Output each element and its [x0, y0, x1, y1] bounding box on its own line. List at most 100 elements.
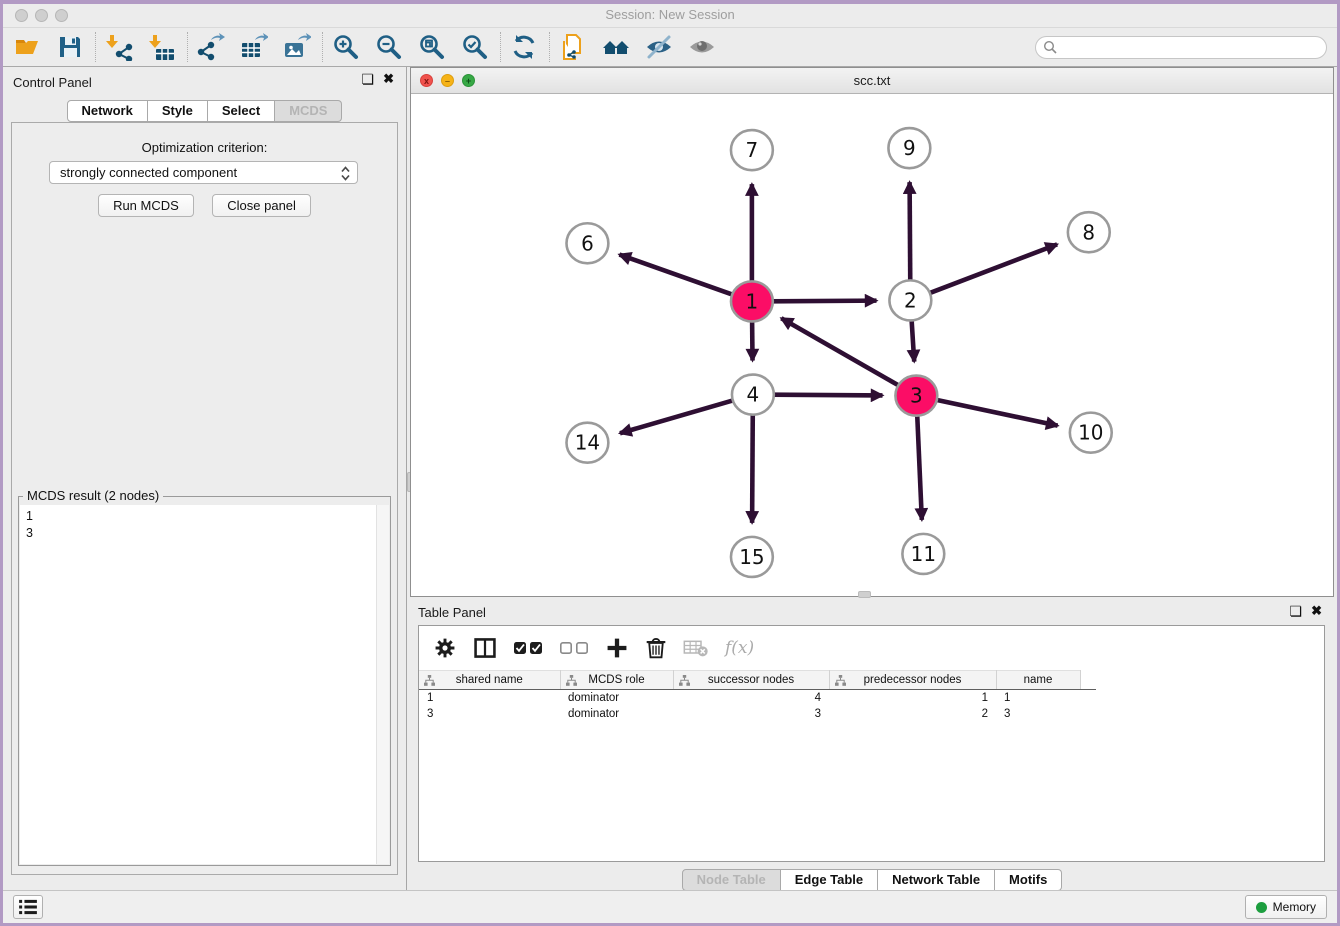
tab-motifs[interactable]: Motifs [995, 869, 1062, 891]
graph-edge-3-10[interactable] [936, 400, 1058, 426]
graph-node-6[interactable]: 6 [566, 223, 608, 263]
horizontal-splitter-handle[interactable] [858, 591, 871, 598]
tab-select[interactable]: Select [208, 100, 275, 122]
table-panel-title: Table Panel [418, 605, 486, 620]
graph-edge-2-3[interactable] [912, 320, 915, 361]
graph-node-1[interactable]: 1 [731, 281, 773, 321]
import-network-icon[interactable] [105, 33, 133, 61]
toolbar-separator [95, 32, 96, 62]
show-all-icon[interactable] [688, 33, 716, 61]
close-table-panel-icon[interactable]: ✖ [1311, 604, 1322, 618]
close-panel-button[interactable]: Close panel [212, 194, 311, 217]
column-header-predecessor-nodes[interactable]: predecessor nodes [829, 671, 996, 690]
column-header-MCDS-role[interactable]: MCDS role [560, 671, 673, 690]
graph-node-8[interactable]: 8 [1068, 212, 1110, 252]
table-cell[interactable]: 3 [996, 706, 1080, 722]
table-cell[interactable]: 1 [829, 690, 996, 706]
task-history-button[interactable] [13, 895, 43, 919]
graph-edge-3-1[interactable] [781, 318, 899, 385]
network-canvas[interactable]: 7 9 6 8 1 2 4 3 14 10 15 11 [412, 94, 1332, 596]
search-input[interactable] [1035, 36, 1327, 59]
tab-network[interactable]: Network [67, 100, 148, 122]
graph-node-2[interactable]: 2 [889, 280, 931, 320]
zoom-fit-icon[interactable] [418, 33, 446, 61]
export-image-icon[interactable] [283, 33, 311, 61]
import-table-icon[interactable] [148, 33, 176, 61]
graph-edge-1-2[interactable] [772, 301, 877, 302]
home-neighbors-icon[interactable] [602, 33, 630, 61]
table-cell[interactable]: 2 [829, 706, 996, 722]
optimization-criterion-select[interactable]: strongly connected component [49, 161, 358, 184]
zoom-out-icon[interactable] [375, 33, 403, 61]
tab-mcds[interactable]: MCDS [275, 100, 342, 122]
split-columns-icon[interactable] [473, 636, 497, 660]
float-panel-icon[interactable]: ❏ [362, 72, 375, 86]
search-field-wrap [1035, 36, 1327, 59]
tab-network-table[interactable]: Network Table [878, 869, 995, 891]
float-table-panel-icon[interactable]: ❏ [1290, 604, 1303, 618]
table-cell[interactable]: 3 [673, 706, 829, 722]
graph-edge-4-15[interactable] [752, 415, 753, 523]
graph-node-7[interactable]: 7 [731, 130, 773, 170]
tab-edge-table[interactable]: Edge Table [781, 869, 878, 891]
zoom-selected-icon[interactable] [461, 33, 489, 61]
delete-table-icon[interactable] [683, 638, 709, 658]
delete-icon[interactable] [645, 636, 667, 660]
graph-node-15[interactable]: 15 [731, 537, 773, 577]
run-mcds-button[interactable]: Run MCDS [98, 194, 194, 217]
graph-edge-4-14[interactable] [620, 400, 734, 433]
graph-node-14[interactable]: 14 [566, 423, 608, 463]
table-cell[interactable]: dominator [560, 706, 673, 722]
column-header-successor-nodes[interactable]: successor nodes [673, 671, 829, 690]
toolbar-separator [500, 32, 501, 62]
export-table-icon[interactable] [240, 33, 268, 61]
network-window-titlebar[interactable]: x – + scc.txt [411, 68, 1333, 94]
select-all-checkboxes-icon[interactable] [513, 640, 543, 656]
table-cell[interactable]: 1 [996, 690, 1080, 706]
zoom-in-icon[interactable] [332, 33, 360, 61]
copy-view-icon[interactable] [559, 33, 587, 61]
table-row[interactable]: 1dominator411 [419, 690, 1096, 706]
graph-edge-4-3[interactable] [773, 395, 883, 396]
close-panel-icon[interactable]: ✖ [383, 72, 394, 86]
table-cell[interactable]: dominator [560, 690, 673, 706]
table-row[interactable]: 3dominator323 [419, 706, 1096, 722]
result-scrollbar[interactable] [376, 505, 389, 864]
add-icon[interactable] [605, 636, 629, 660]
toolbar-separator [549, 32, 550, 62]
window-title: Session: New Session [3, 7, 1337, 22]
graph-node-3[interactable]: 3 [895, 376, 937, 416]
control-panel: Control Panel ❏ ✖ Network Style Select M… [3, 67, 407, 890]
graph-edge-3-11[interactable] [917, 416, 922, 520]
graph-node-4[interactable]: 4 [732, 375, 774, 415]
save-session-icon[interactable] [56, 33, 84, 61]
table-cell-filler [1080, 690, 1096, 706]
graph-node-9[interactable]: 9 [888, 128, 930, 168]
graph-node-10[interactable]: 10 [1070, 413, 1112, 453]
deselect-all-checkboxes-icon[interactable] [559, 640, 589, 656]
refresh-icon[interactable] [510, 33, 538, 61]
graph-edge-2-8[interactable] [929, 244, 1057, 293]
column-header-name[interactable]: name [996, 671, 1080, 690]
hide-selected-icon[interactable] [645, 33, 673, 61]
column-header-shared-name[interactable]: shared name [419, 671, 560, 690]
table-cell[interactable]: 3 [419, 706, 560, 722]
export-network-icon[interactable] [197, 33, 225, 61]
open-session-icon[interactable] [13, 33, 41, 61]
control-panel-tabs: Network Style Select MCDS [3, 100, 406, 122]
tab-style[interactable]: Style [148, 100, 208, 122]
tab-node-table[interactable]: Node Table [682, 869, 781, 891]
gear-icon[interactable] [433, 636, 457, 660]
table-cell[interactable]: 1 [419, 690, 560, 706]
graph-edge-2-9[interactable] [910, 182, 911, 280]
network-view-window: x – + scc.txt 7 9 6 8 1 2 4 3 14 10 15 11 [410, 67, 1334, 597]
main-toolbar [3, 28, 1337, 67]
optimization-criterion-value: strongly connected component [60, 165, 237, 180]
node-table: shared nameMCDS rolesuccessor nodesprede… [419, 670, 1096, 722]
graph-edge-1-6[interactable] [619, 255, 733, 295]
graph-node-11[interactable]: 11 [902, 534, 944, 574]
function-builder-icon[interactable]: f(x) [725, 638, 754, 658]
table-cell[interactable]: 4 [673, 690, 829, 706]
memory-button[interactable]: Memory [1245, 895, 1327, 919]
graph-node-label: 15 [739, 545, 764, 569]
